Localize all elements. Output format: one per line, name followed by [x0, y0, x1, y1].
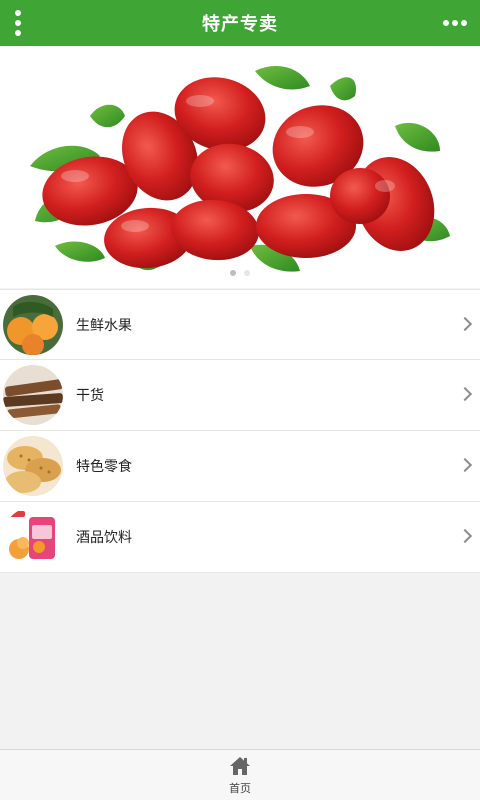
- fruit-thumb: [3, 294, 63, 355]
- list-item-label: 干货: [76, 388, 104, 404]
- more-dots-horizontal-icon[interactable]: [440, 8, 470, 38]
- list-item-drinks[interactable]: 酒品饮料: [0, 502, 480, 573]
- chevron-right-icon: [457, 386, 473, 402]
- carousel-dot-2[interactable]: [244, 270, 250, 276]
- snacks-thumb: [3, 436, 63, 496]
- carousel-indicators: [0, 270, 480, 276]
- tab-home[interactable]: 首页: [229, 754, 251, 796]
- category-list: 生鲜水果 干货 特色零食 酒品饮料: [0, 289, 480, 573]
- list-item-label: 特色零食: [76, 459, 132, 475]
- carousel-dot-1[interactable]: [230, 270, 236, 276]
- list-item-dried-goods[interactable]: 干货: [0, 360, 480, 431]
- home-icon: [230, 757, 250, 775]
- chevron-right-icon: [457, 316, 473, 331]
- chevron-right-icon: [457, 528, 473, 544]
- menu-dots-vertical-icon[interactable]: [6, 5, 30, 41]
- bottom-tab-bar: 首页: [0, 749, 480, 800]
- chevron-right-icon: [457, 457, 473, 473]
- page-title: 特产专卖: [202, 14, 278, 35]
- drinks-thumb: [3, 507, 63, 567]
- banner-image: [0, 46, 480, 288]
- top-bar: 特产专卖: [0, 0, 480, 46]
- dried-goods-thumb: [3, 365, 63, 425]
- list-item-label: 生鲜水果: [76, 317, 132, 334]
- tab-home-label: 首页: [229, 782, 251, 795]
- app-root: 特产专卖 生鲜水果 干货 特色零食 酒品饮料 首页: [0, 0, 480, 800]
- list-item-fresh-fruit[interactable]: 生鲜水果: [0, 289, 480, 360]
- banner-carousel[interactable]: [0, 46, 480, 288]
- list-item-label: 酒品饮料: [76, 530, 132, 546]
- list-item-snacks[interactable]: 特色零食: [0, 431, 480, 502]
